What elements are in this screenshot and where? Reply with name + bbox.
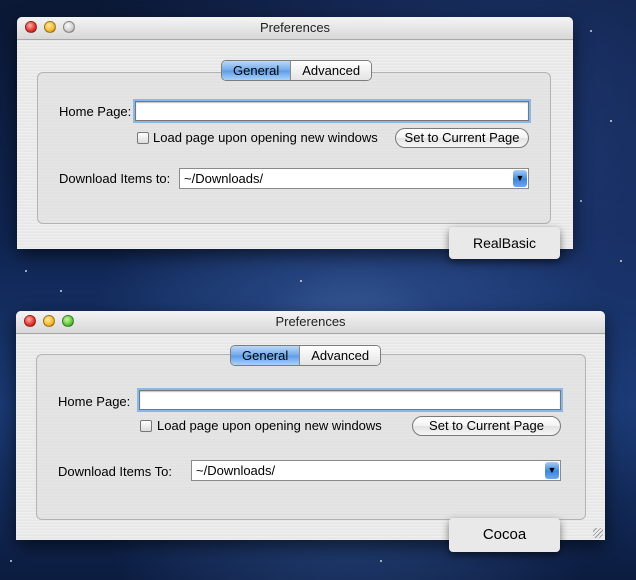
set-current-page-button[interactable]: Set to Current Page	[395, 128, 529, 148]
window-title: Preferences	[259, 20, 331, 35]
tab-advanced[interactable]: Advanced	[299, 346, 381, 365]
title-bar[interactable]: Preferences	[16, 311, 605, 334]
tab-content-box	[36, 354, 586, 520]
chevron-down-icon[interactable]: ▼	[513, 170, 527, 187]
download-location-popup[interactable]: ~/Downloads/ ▼	[179, 168, 529, 189]
cocoa-caption: Cocoa	[449, 518, 560, 552]
tab-advanced[interactable]: Advanced	[290, 61, 372, 80]
download-location-value: ~/Downloads/	[184, 171, 264, 186]
download-location-value: ~/Downloads/	[196, 463, 276, 478]
home-page-label: Home Page:	[58, 394, 131, 409]
load-page-checkbox-label: Load page upon opening new windows	[153, 130, 378, 145]
home-page-label: Home Page:	[59, 104, 132, 119]
download-items-label: Download Items to:	[59, 171, 171, 186]
set-current-page-button[interactable]: Set to Current Page	[412, 416, 561, 436]
preferences-window-realbasic: Preferences General Advanced Home Page: …	[17, 17, 573, 249]
tab-general[interactable]: General	[231, 346, 300, 365]
resize-grip-icon[interactable]	[593, 528, 603, 538]
load-page-checkbox[interactable]	[140, 420, 152, 432]
tab-bar: General Advanced	[230, 345, 382, 366]
load-page-checkbox[interactable]	[137, 132, 149, 144]
home-page-input[interactable]	[139, 390, 561, 410]
preferences-window-cocoa: Preferences General Advanced Home Page: …	[16, 311, 605, 540]
download-location-popup[interactable]: ~/Downloads/ ▼	[191, 460, 561, 481]
tab-bar: General Advanced	[221, 60, 373, 81]
title-bar[interactable]: Preferences	[17, 17, 573, 40]
tab-content-box	[37, 72, 551, 224]
realbasic-caption: RealBasic	[449, 227, 560, 259]
load-page-checkbox-label: Load page upon opening new windows	[157, 418, 382, 433]
download-items-label: Download Items To:	[58, 464, 172, 479]
chevron-down-icon[interactable]: ▼	[545, 462, 559, 479]
window-title: Preferences	[275, 314, 346, 329]
home-page-input[interactable]	[135, 101, 529, 121]
tab-general[interactable]: General	[222, 61, 291, 80]
